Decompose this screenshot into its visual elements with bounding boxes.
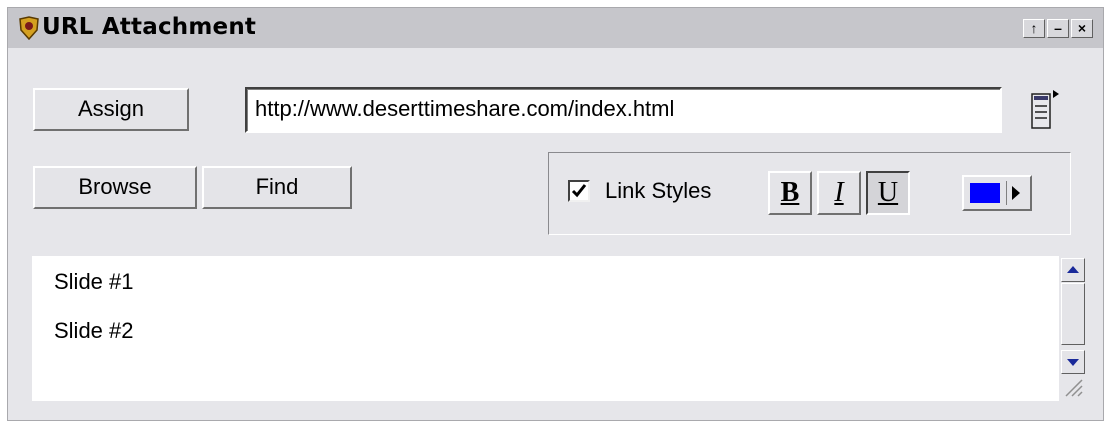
scroll-up-icon [1067,266,1079,273]
page-menu-icon[interactable] [1030,84,1060,140]
color-swatch [970,183,1000,203]
italic-button[interactable]: I [817,171,861,215]
scrollbar[interactable] [1059,256,1089,404]
close-icon: × [1077,20,1087,36]
link-color-button[interactable] [962,175,1032,211]
dropdown-arrow-icon [1012,186,1020,200]
window-title: URL Attachment [42,14,257,40]
link-styles-label: Link Styles [605,178,712,203]
close-button[interactable]: × [1071,19,1093,38]
restore-icon: ↑ [1030,20,1038,36]
list-item[interactable]: Slide #1 [54,269,134,295]
link-styles-group: Link Styles B I U [548,152,1071,235]
underline-button[interactable]: U [866,171,910,215]
minimize-icon: – [1054,20,1062,36]
scroll-down-icon [1067,359,1079,366]
restore-button[interactable]: ↑ [1023,19,1045,38]
url-input[interactable]: http://www.deserttimeshare.com/index.htm… [245,87,1002,133]
scroll-down-button[interactable] [1061,350,1085,374]
find-button[interactable]: Find [202,166,352,209]
scroll-thumb[interactable] [1061,283,1085,345]
scroll-up-button[interactable] [1061,258,1085,282]
shield-icon [19,16,39,40]
link-styles-checkbox[interactable] [568,180,590,202]
checkmark-icon [571,184,587,198]
list-item[interactable]: Slide #2 [54,318,134,344]
underline-icon: U [877,177,899,208]
url-attachment-panel: URL Attachment ↑ – × Assign http://www.d… [7,7,1104,421]
resize-grip-icon[interactable] [1062,378,1084,398]
minimize-button[interactable]: – [1047,19,1069,38]
italic-icon: I [834,177,844,208]
slide-list[interactable]: Slide #1 Slide #2 [32,256,1081,401]
assign-button[interactable]: Assign [33,88,189,131]
bold-icon: B [780,177,800,208]
bold-button[interactable]: B [768,171,812,215]
divider [1006,181,1007,205]
browse-button[interactable]: Browse [33,166,197,209]
title-bar[interactable]: URL Attachment ↑ – × [8,8,1103,48]
